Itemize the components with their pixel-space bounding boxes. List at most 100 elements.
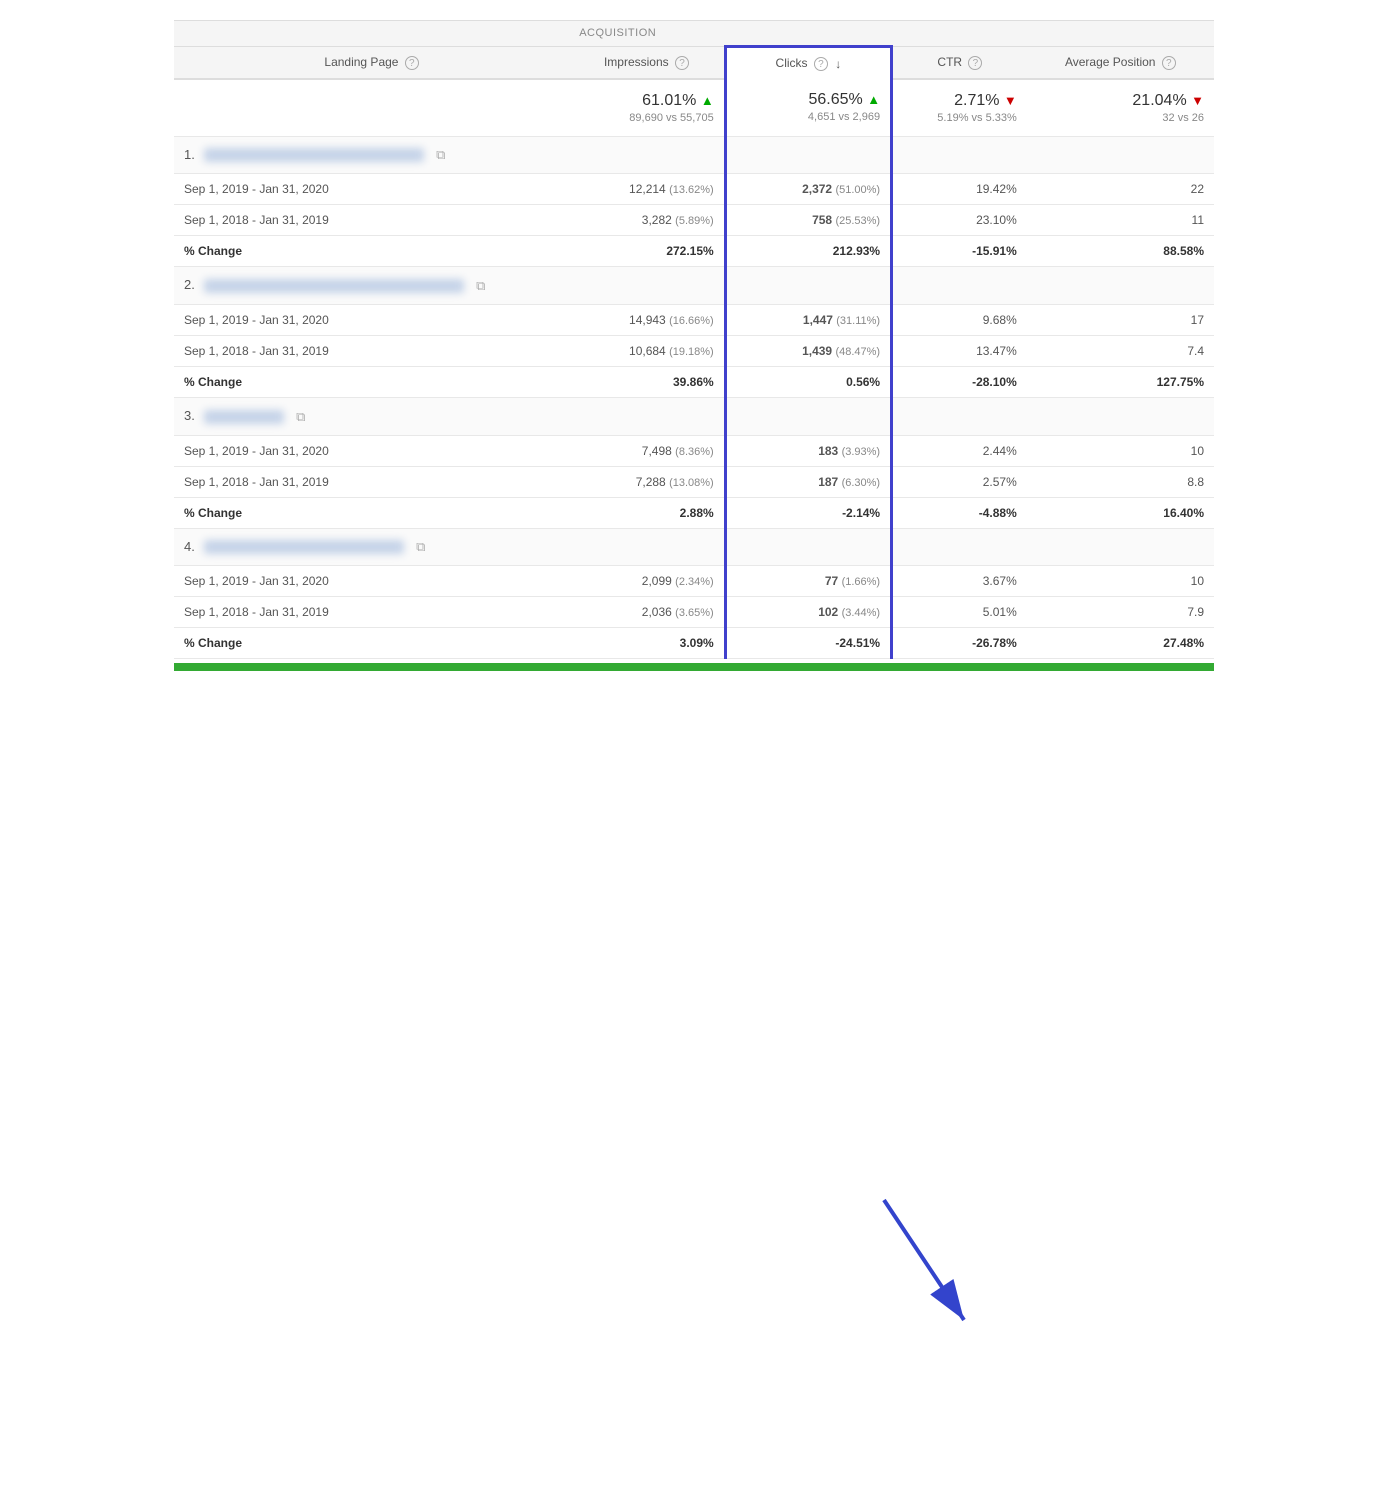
data-row-3-2: Sep 1, 2018 - Jan 31, 2019 7,288 (13.08%… — [174, 466, 1214, 497]
data-row-3-1: Sep 1, 2019 - Jan 31, 2020 7,498 (8.36%)… — [174, 435, 1214, 466]
pct-change-label-2: % Change — [174, 366, 569, 397]
impressions-cell-4-1: 2,099 (2.34%) — [569, 566, 725, 597]
summary-clicks-sub: 4,651 vs 2,969 — [737, 111, 880, 123]
date-cell-4-2: Sep 1, 2018 - Jan 31, 2019 — [174, 597, 569, 628]
avgpos-cell-4-1: 10 — [1027, 566, 1214, 597]
pct-avgpos-4: 27.48% — [1027, 628, 1214, 659]
pct-impressions-2: 39.86% — [569, 366, 725, 397]
section-header-3: 3. ⧉ — [174, 397, 1214, 435]
avgpos-cell-4-2: 7.9 — [1027, 597, 1214, 628]
impressions-cell-2-2: 10,684 (19.18%) — [569, 335, 725, 366]
impressions-cell-1-1: 12,214 (13.62%) — [569, 174, 725, 205]
blurred-url-1 — [204, 148, 424, 162]
pct-avgpos-2: 127.75% — [1027, 366, 1214, 397]
blurred-url-2 — [204, 279, 464, 293]
change-row-2: % Change 39.86% 0.56% -28.10% 127.75% — [174, 366, 1214, 397]
clicks-cell-2-1: 1,447 (31.11%) — [725, 304, 891, 335]
clicks-help-icon[interactable]: ? — [814, 57, 828, 71]
pct-clicks-3: -2.14% — [725, 497, 891, 528]
pct-avgpos-3: 16.40% — [1027, 497, 1214, 528]
date-cell-1-2: Sep 1, 2018 - Jan 31, 2019 — [174, 205, 569, 236]
section-clicks-empty-4 — [725, 528, 891, 566]
data-row-1-2: Sep 1, 2018 - Jan 31, 2019 3,282 (5.89%)… — [174, 205, 1214, 236]
date-cell-2-2: Sep 1, 2018 - Jan 31, 2019 — [174, 335, 569, 366]
row-num-4: 4. — [184, 539, 195, 554]
impressions-label: Impressions — [604, 55, 669, 69]
pct-ctr-1: -15.91% — [892, 236, 1027, 267]
copy-icon-1[interactable]: ⧉ — [436, 147, 445, 163]
section-landing-cell-3: 3. ⧉ — [174, 397, 569, 435]
avgpos-cell-2-2: 7.4 — [1027, 335, 1214, 366]
clicks-cell-3-1: 183 (3.93%) — [725, 435, 891, 466]
avgpos-cell-1-2: 11 — [1027, 205, 1214, 236]
section-impressions-empty-3 — [569, 397, 725, 435]
ctr-cell-2-1: 9.68% — [892, 304, 1027, 335]
date-cell-1-1: Sep 1, 2019 - Jan 31, 2020 — [174, 174, 569, 205]
summary-clicks-pct: 56.65% ▲ — [809, 91, 881, 108]
summary-impressions-pct: 61.01% ▲ — [642, 92, 714, 109]
avgpos-cell-3-2: 8.8 — [1027, 466, 1214, 497]
pct-clicks-2: 0.56% — [725, 366, 891, 397]
data-row-1-1: Sep 1, 2019 - Jan 31, 2020 12,214 (13.62… — [174, 174, 1214, 205]
pct-clicks-1: 212.93% — [725, 236, 891, 267]
avgpos-cell-1-1: 22 — [1027, 174, 1214, 205]
clicks-cell-3-2: 187 (6.30%) — [725, 466, 891, 497]
summary-ctr-pct: 2.71% ▼ — [954, 92, 1017, 109]
clicks-cell-1-2: 758 (25.53%) — [725, 205, 891, 236]
main-table-wrapper: Acquisition Landing Page ? Impressions ?… — [164, 0, 1224, 691]
section-header-4: 4. ⧉ — [174, 528, 1214, 566]
ctr-cell-2-2: 13.47% — [892, 335, 1027, 366]
analytics-table: Acquisition Landing Page ? Impressions ?… — [174, 20, 1214, 659]
copy-icon-3[interactable]: ⧉ — [296, 409, 305, 425]
section-ctr-empty-3 — [892, 397, 1027, 435]
copy-icon-2[interactable]: ⧉ — [476, 278, 485, 294]
trend-up-red-icon: ▼ — [1191, 93, 1204, 108]
clicks-sort-arrow[interactable]: ↓ — [835, 57, 841, 71]
landing-page-label: Landing Page — [324, 55, 398, 69]
section-clicks-empty-2 — [725, 267, 891, 305]
avgpos-cell-2-1: 17 — [1027, 304, 1214, 335]
ctr-cell-1-2: 23.10% — [892, 205, 1027, 236]
section-ctr-empty-2 — [892, 267, 1027, 305]
landing-page-acq-empty — [174, 21, 569, 47]
clicks-cell-4-2: 102 (3.44%) — [725, 597, 891, 628]
section-landing-cell-1: 1. ⧉ — [174, 136, 569, 174]
clicks-col-header: Clicks ? ↓ — [725, 47, 891, 79]
summary-impressions-sub: 89,690 vs 55,705 — [579, 112, 714, 124]
landing-page-help-icon[interactable]: ? — [405, 56, 419, 70]
summary-row: 61.01% ▲ 89,690 vs 55,705 56.65% ▲ 4,651… — [174, 79, 1214, 137]
section-impressions-empty-1 — [569, 136, 725, 174]
impressions-cell-3-1: 7,498 (8.36%) — [569, 435, 725, 466]
data-row-4-2: Sep 1, 2018 - Jan 31, 2019 2,036 (3.65%)… — [174, 597, 1214, 628]
acquisition-header-row: Acquisition — [174, 21, 1214, 47]
section-avgpos-empty-2 — [1027, 267, 1214, 305]
summary-ctr-sub: 5.19% vs 5.33% — [903, 112, 1017, 124]
section-avgpos-empty-3 — [1027, 397, 1214, 435]
copy-icon-4[interactable]: ⧉ — [416, 539, 425, 555]
ctr-cell-3-2: 2.57% — [892, 466, 1027, 497]
pct-impressions-1: 272.15% — [569, 236, 725, 267]
impressions-col-header: Impressions ? — [569, 47, 725, 79]
section-impressions-empty-4 — [569, 528, 725, 566]
ctr-help-icon[interactable]: ? — [968, 56, 982, 70]
change-row-4: % Change 3.09% -24.51% -26.78% 27.48% — [174, 628, 1214, 659]
section-landing-cell-4: 4. ⧉ — [174, 528, 569, 566]
pct-change-label-3: % Change — [174, 497, 569, 528]
landing-page-col-header: Landing Page ? — [174, 47, 569, 79]
pct-ctr-2: -28.10% — [892, 366, 1027, 397]
impressions-cell-1-2: 3,282 (5.89%) — [569, 205, 725, 236]
pct-change-label-1: % Change — [174, 236, 569, 267]
date-cell-2-1: Sep 1, 2019 - Jan 31, 2020 — [174, 304, 569, 335]
summary-avgpos: 21.04% ▼ 32 vs 26 — [1027, 79, 1214, 137]
change-row-1: % Change 272.15% 212.93% -15.91% 88.58% — [174, 236, 1214, 267]
impressions-help-icon[interactable]: ? — [675, 56, 689, 70]
row-num-1: 1. — [184, 147, 195, 162]
section-header-2: 2. ⧉ — [174, 267, 1214, 305]
avgpos-cell-3-1: 10 — [1027, 435, 1214, 466]
acquisition-label: Acquisition — [569, 21, 1214, 47]
clicks-cell-4-1: 77 (1.66%) — [725, 566, 891, 597]
avgpos-help-icon[interactable]: ? — [1162, 56, 1176, 70]
row-num-3: 3. — [184, 408, 195, 423]
summary-avgpos-pct: 21.04% ▼ — [1132, 92, 1204, 109]
section-avgpos-empty-1 — [1027, 136, 1214, 174]
